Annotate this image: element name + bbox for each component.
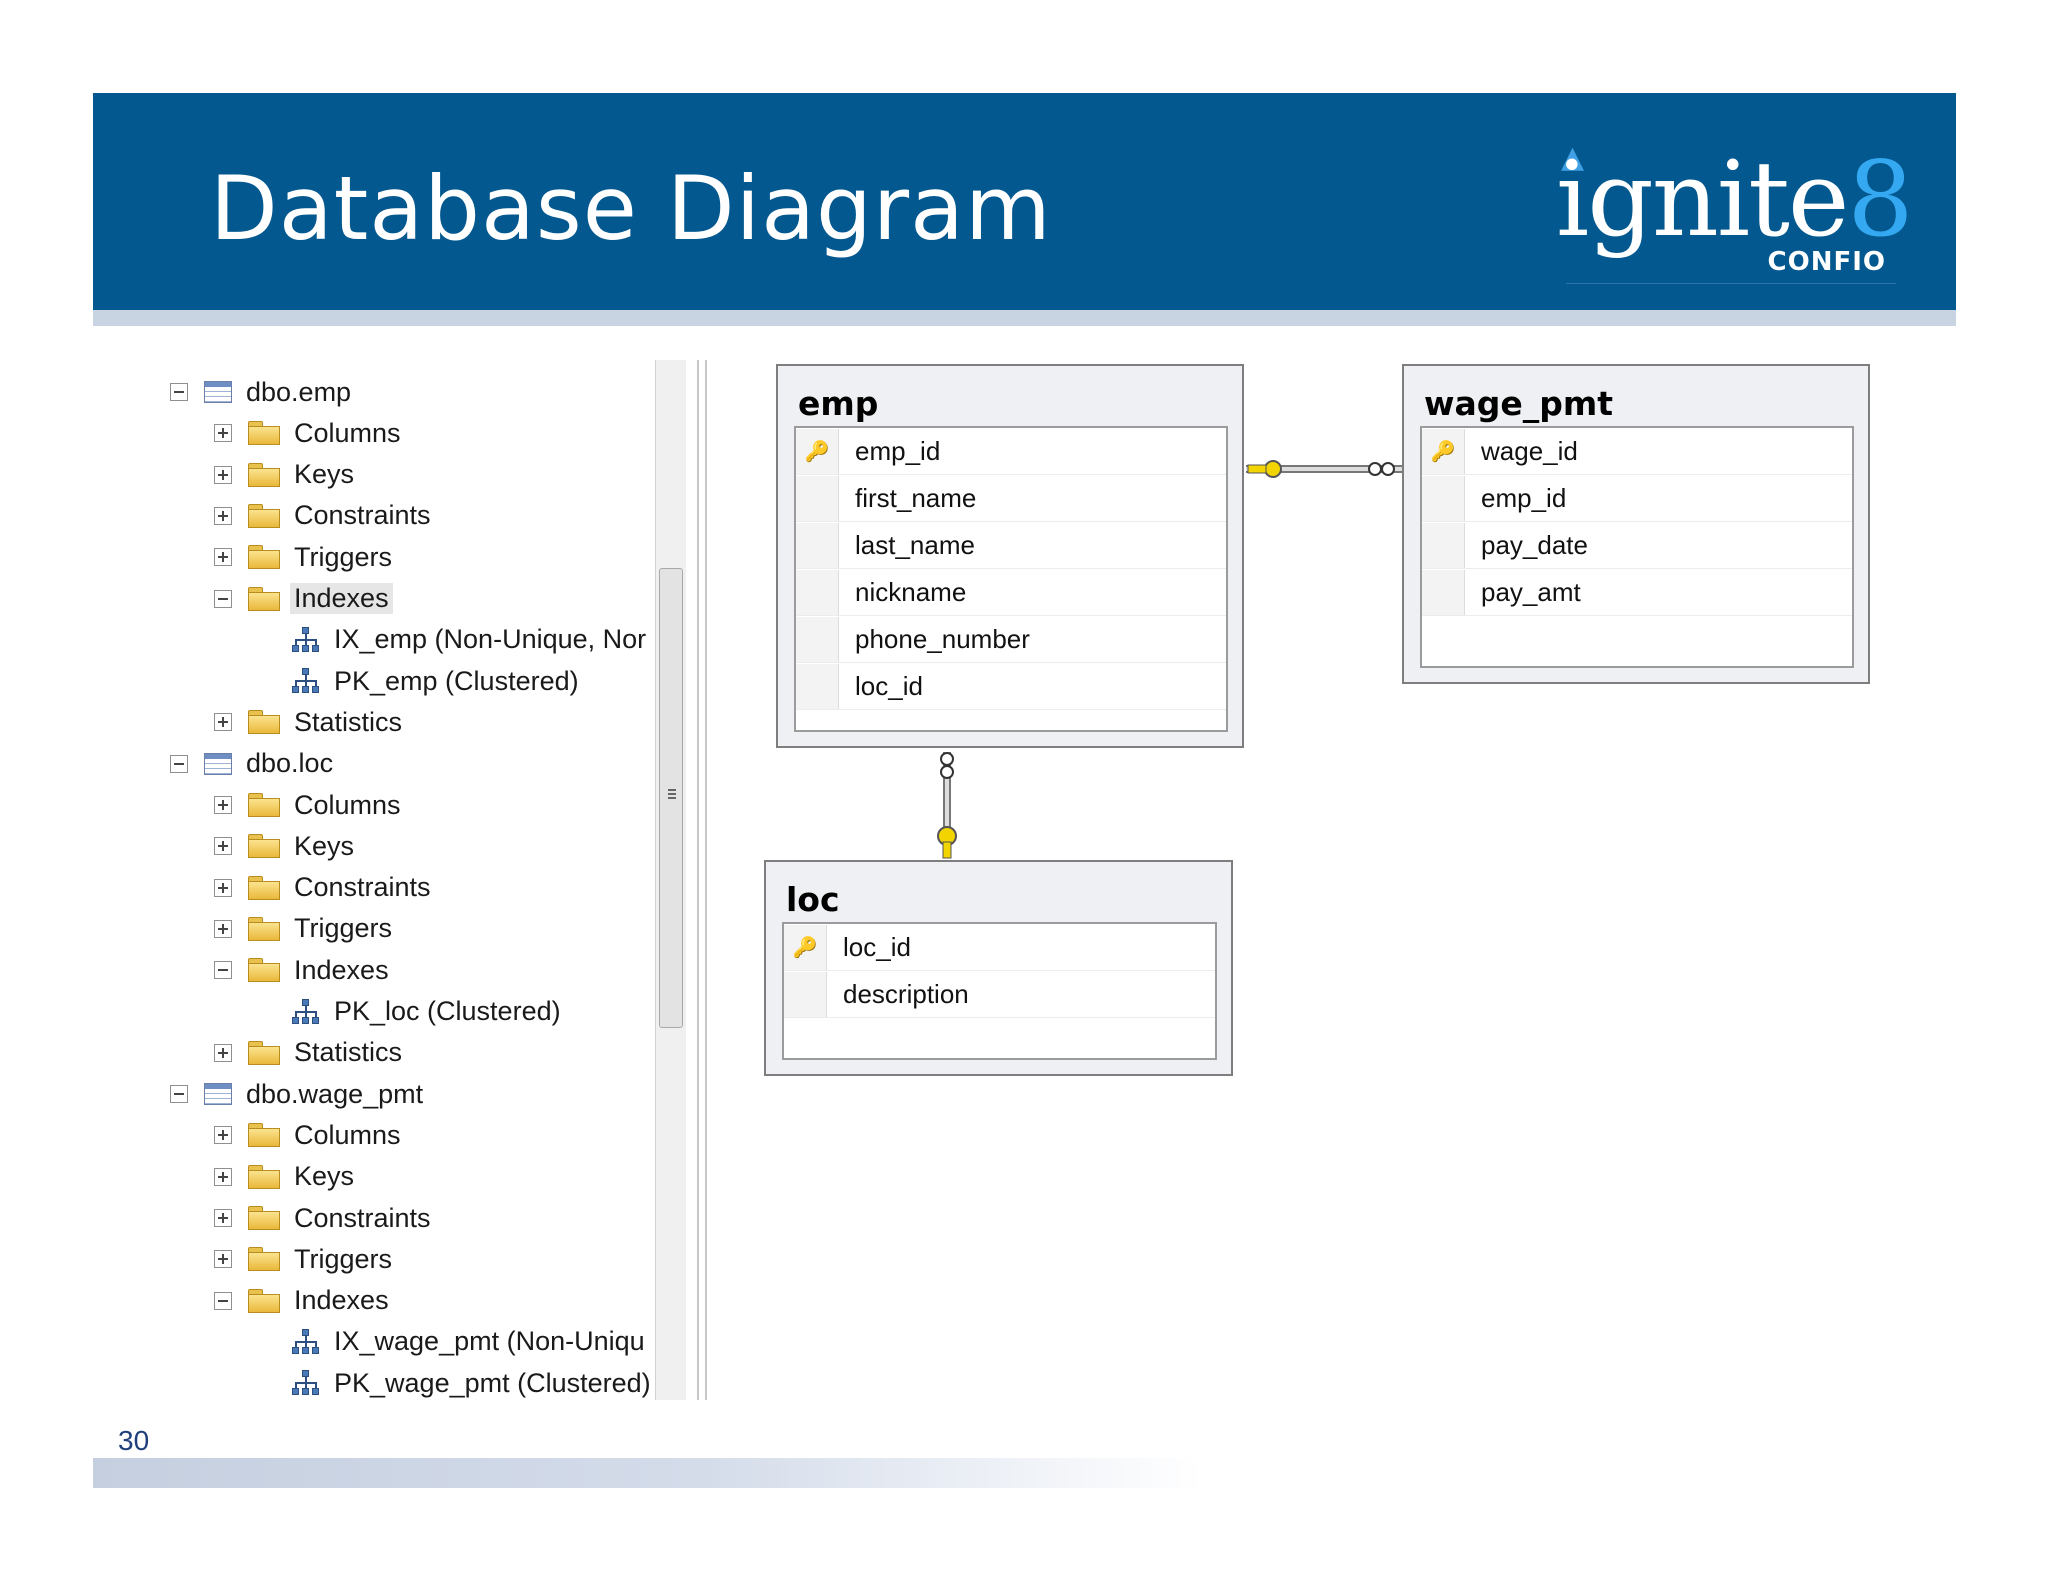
column-name: emp_id	[855, 435, 941, 466]
column-name: pay_amt	[1481, 576, 1581, 607]
column-row[interactable]: pay_amt	[1422, 569, 1852, 616]
relationship-emp-wage_pmt[interactable]	[1246, 460, 1402, 478]
row-selector[interactable]: 🔑	[796, 428, 839, 474]
column-row[interactable]: 🔑 loc_id	[784, 924, 1215, 971]
column-name: description	[843, 978, 969, 1009]
infinity-end-icon	[1368, 462, 1382, 476]
footer-bar	[93, 1458, 1203, 1488]
row-selector[interactable]	[784, 971, 827, 1017]
table-wage_pmt[interactable]: wage_pmt 🔑 wage_id emp_id pay_date pay_amt	[1402, 364, 1870, 684]
column-row[interactable]: description	[784, 971, 1215, 1018]
table-title: loc	[786, 880, 840, 919]
page-number: 30	[118, 1425, 150, 1456]
column-grid: 🔑 emp_id first_name last_name nickname phone_…	[794, 426, 1228, 732]
primary-key-icon: 🔑	[1430, 439, 1456, 463]
row-selector[interactable]	[796, 522, 839, 568]
column-row[interactable]: last_name	[796, 522, 1226, 569]
primary-key-icon: 🔑	[792, 935, 818, 959]
row-selector[interactable]: 🔑	[784, 924, 827, 970]
primary-key-icon: 🔑	[804, 439, 830, 463]
column-row[interactable]: nickname	[796, 569, 1226, 616]
column-name: emp_id	[1481, 482, 1567, 513]
column-row[interactable]: loc_id	[796, 663, 1226, 710]
column-name: last_name	[855, 529, 975, 560]
column-row[interactable]: phone_number	[796, 616, 1226, 663]
table-emp[interactable]: emp 🔑 emp_id first_name last_name nickname ph…	[776, 364, 1244, 748]
table-title: wage_pmt	[1424, 384, 1614, 423]
column-row[interactable]: 🔑 wage_id	[1422, 428, 1852, 475]
row-selector[interactable]	[1422, 569, 1465, 615]
relationship-lines	[937, 460, 1402, 859]
column-name: phone_number	[855, 623, 1030, 654]
column-grid: 🔑 loc_id description	[782, 922, 1217, 1060]
row-selector[interactable]: 🔑	[1422, 428, 1465, 474]
column-row[interactable]: first_name	[796, 475, 1226, 522]
row-selector[interactable]	[796, 663, 839, 709]
row-selector[interactable]	[796, 569, 839, 615]
column-row[interactable]: pay_date	[1422, 522, 1852, 569]
row-selector[interactable]	[796, 475, 839, 521]
relationship-emp-loc[interactable]	[937, 752, 957, 859]
row-selector[interactable]	[796, 616, 839, 662]
column-name: nickname	[855, 576, 967, 607]
column-name: loc_id	[855, 670, 923, 701]
infinity-end-icon	[940, 752, 954, 766]
table-loc[interactable]: loc 🔑 loc_id description	[764, 860, 1233, 1076]
column-name: loc_id	[843, 931, 911, 962]
column-name: wage_id	[1481, 435, 1578, 466]
column-row[interactable]: emp_id	[1422, 475, 1852, 522]
column-name: first_name	[855, 482, 977, 513]
column-name: pay_date	[1481, 529, 1588, 560]
row-selector[interactable]	[1422, 475, 1465, 521]
row-selector[interactable]	[1422, 522, 1465, 568]
column-grid: 🔑 wage_id emp_id pay_date pay_amt	[1420, 426, 1854, 668]
column-row[interactable]: 🔑 emp_id	[796, 428, 1226, 475]
table-title: emp	[798, 384, 879, 423]
key-end-icon	[1264, 460, 1282, 478]
